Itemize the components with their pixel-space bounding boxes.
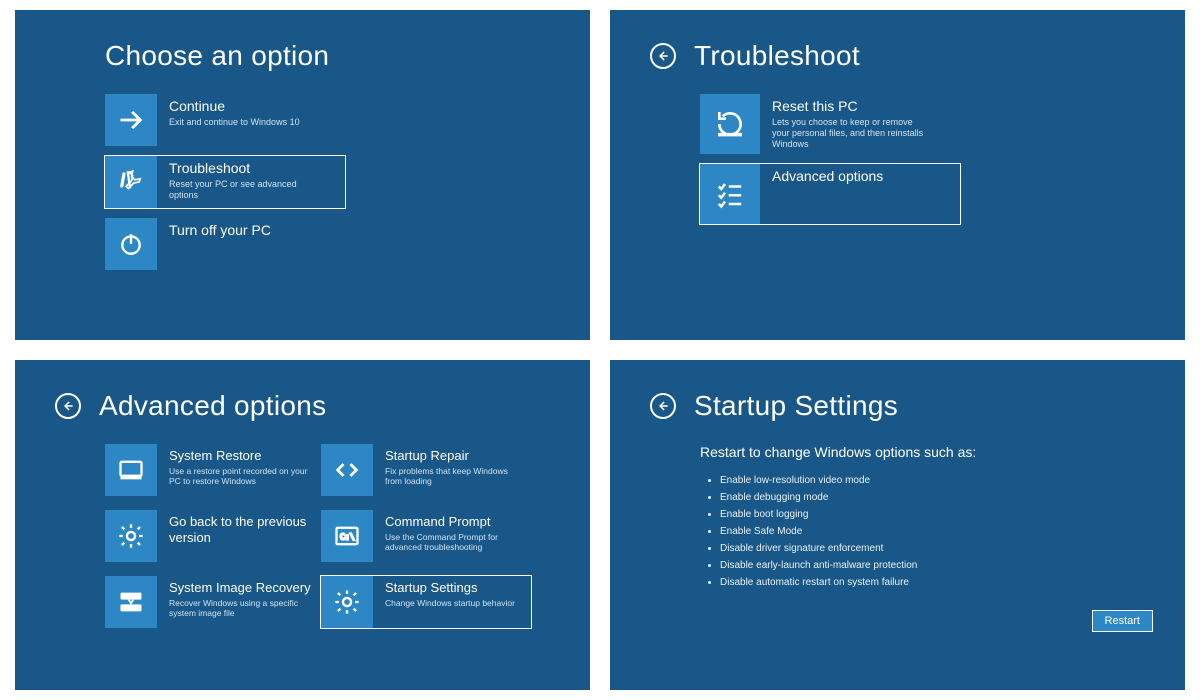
tile-title: Reset this PC <box>772 98 932 115</box>
tile-title: Turn off your PC <box>169 222 271 239</box>
tools-icon <box>105 156 157 208</box>
tile-startup-repair[interactable]: Startup Repair Fix problems that keep Wi… <box>321 444 531 496</box>
tile-reset-pc[interactable]: Reset this PC Lets you choose to keep or… <box>700 94 960 154</box>
screen-advanced-options: Advanced options System Restore Use a re… <box>15 360 590 690</box>
tile-sub: Change Windows startup behavior <box>385 598 515 609</box>
back-button[interactable] <box>650 393 676 419</box>
tile-title: Go back to the previous version <box>169 514 315 545</box>
power-icon <box>105 218 157 270</box>
tile-advanced-options[interactable]: Advanced options <box>700 164 960 224</box>
header: Choose an option <box>55 40 550 72</box>
header: Startup Settings <box>650 390 1145 422</box>
arrow-right-icon <box>105 94 157 146</box>
page-title: Choose an option <box>105 40 329 72</box>
tile-title: Troubleshoot <box>169 160 315 177</box>
tile-sub: Use the Command Prompt for advanced trou… <box>385 532 525 553</box>
svg-text:C:\: C:\ <box>340 532 355 542</box>
restart-button[interactable]: Restart <box>1092 610 1153 632</box>
subheading: Restart to change Windows options such a… <box>700 444 1145 460</box>
screen-troubleshoot: Troubleshoot Reset this PC Lets you choo… <box>610 10 1185 340</box>
tile-title: Startup Repair <box>385 448 525 464</box>
list-item: Enable boot logging <box>720 506 1145 523</box>
list-item: Enable low-resolution video mode <box>720 472 1145 489</box>
header: Troubleshoot <box>650 40 1145 72</box>
back-button[interactable] <box>55 393 81 419</box>
tile-title: System Restore <box>169 448 309 464</box>
tile-title: Continue <box>169 98 300 115</box>
header: Advanced options <box>55 390 550 422</box>
list-item: Disable automatic restart on system fail… <box>720 574 1145 591</box>
page-title: Troubleshoot <box>694 40 860 72</box>
tile-turn-off[interactable]: Turn off your PC <box>105 218 345 270</box>
gear-icon <box>321 576 373 628</box>
tile-go-back[interactable]: Go back to the previous version <box>105 510 315 562</box>
tile-grid: System Restore Use a restore point recor… <box>105 444 550 628</box>
tile-troubleshoot[interactable]: Troubleshoot Reset your PC or see advanc… <box>105 156 345 208</box>
terminal-icon: C:\ <box>321 510 373 562</box>
reset-icon <box>700 94 760 154</box>
tile-system-restore[interactable]: System Restore Use a restore point recor… <box>105 444 315 496</box>
tile-sub: Lets you choose to keep or remove your p… <box>772 117 932 151</box>
tile-title: Startup Settings <box>385 580 515 596</box>
options-list: Enable low-resolution video mode Enable … <box>720 472 1145 591</box>
tile-sub: Fix problems that keep Windows from load… <box>385 466 525 487</box>
tile-startup-settings[interactable]: Startup Settings Change Windows startup … <box>321 576 531 628</box>
tile-sub: Use a restore point recorded on your PC … <box>169 466 309 487</box>
page-title: Startup Settings <box>694 390 898 422</box>
list-item: Disable driver signature enforcement <box>720 540 1145 557</box>
list-item: Disable early-launch anti-malware protec… <box>720 557 1145 574</box>
page-title: Advanced options <box>99 390 326 422</box>
list-item: Enable Safe Mode <box>720 523 1145 540</box>
tile-command-prompt[interactable]: C:\ Command Prompt Use the Command Promp… <box>321 510 531 562</box>
tile-list: Continue Exit and continue to Windows 10… <box>105 94 550 270</box>
restore-icon <box>105 444 157 496</box>
tile-system-image-recovery[interactable]: System Image Recovery Recover Windows us… <box>105 576 315 628</box>
checklist-icon <box>700 164 760 224</box>
gear-icon <box>105 510 157 562</box>
list-item: Enable debugging mode <box>720 489 1145 506</box>
tile-sub: Reset your PC or see advanced options <box>169 179 315 202</box>
back-button[interactable] <box>650 43 676 69</box>
screen-choose-option: Choose an option Continue Exit and conti… <box>15 10 590 340</box>
disk-icon <box>105 576 157 628</box>
tile-continue[interactable]: Continue Exit and continue to Windows 10 <box>105 94 345 146</box>
tile-title: System Image Recovery <box>169 580 311 596</box>
tile-sub: Recover Windows using a specific system … <box>169 598 309 619</box>
code-icon <box>321 444 373 496</box>
tile-title: Command Prompt <box>385 514 525 530</box>
screen-startup-settings: Startup Settings Restart to change Windo… <box>610 360 1185 690</box>
tile-title: Advanced options <box>772 168 883 185</box>
tile-list: Reset this PC Lets you choose to keep or… <box>700 94 1145 224</box>
tile-sub: Exit and continue to Windows 10 <box>169 117 300 128</box>
